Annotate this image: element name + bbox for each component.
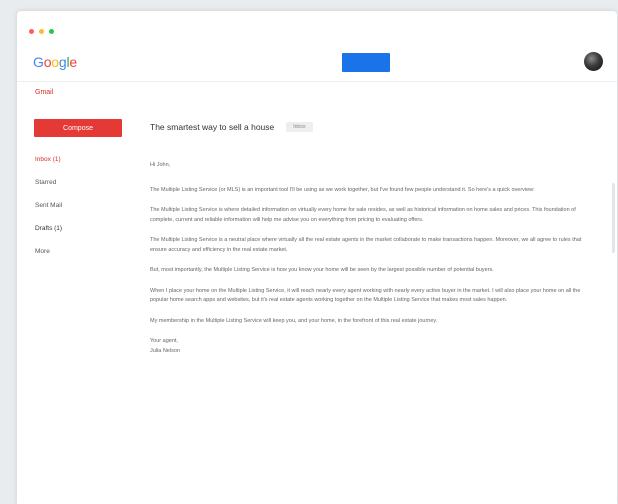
- email-paragraph: When I place your home on the Multiple L…: [150, 287, 581, 304]
- logo-letter: G: [33, 54, 44, 70]
- email-subject: The smartest way to sell a house: [150, 122, 275, 132]
- maximize-window-dot[interactable]: [49, 29, 54, 34]
- email-paragraph: My membership in the Multiple Listing Se…: [150, 317, 438, 324]
- email-greeting: Hi John,: [150, 162, 171, 168]
- email-paragraph: But, most importantly, the Multiple List…: [150, 267, 494, 273]
- email-paragraph: The Multiple Listing Service (or MLS) is…: [150, 186, 535, 193]
- avatar[interactable]: [584, 52, 603, 71]
- label-tag[interactable]: Inbox: [286, 122, 313, 132]
- minimize-window-dot[interactable]: [39, 29, 44, 34]
- logo-letter: o: [51, 54, 59, 70]
- sidebar-nav: Inbox (1) Starred Sent Mail Drafts (1) M…: [35, 156, 62, 271]
- compose-button[interactable]: Compose: [34, 119, 122, 137]
- email-signature: Julia Nelson: [150, 347, 180, 354]
- sidebar-item-drafts[interactable]: Drafts (1): [35, 225, 62, 248]
- sidebar-item-more[interactable]: More: [35, 248, 62, 271]
- app-label[interactable]: Gmail: [35, 89, 53, 96]
- subject-row: The smartest way to sell a house Inbox: [150, 121, 595, 133]
- sidebar-item-sent-mail[interactable]: Sent Mail: [35, 202, 62, 225]
- sidebar-item-starred[interactable]: Starred: [35, 179, 62, 202]
- email-closing: Your agent, Julia Nelson: [150, 337, 595, 356]
- google-logo[interactable]: Google: [33, 54, 77, 70]
- email-paragraph: The Multiple Listing Service is a neutra…: [150, 237, 582, 253]
- email-body: Hi John, The Multiple Listing Service (o…: [150, 161, 595, 356]
- close-window-dot[interactable]: [29, 29, 34, 34]
- email-signoff: Your agent,: [150, 338, 178, 344]
- window-controls: [29, 29, 54, 34]
- email-view: The smartest way to sell a house Inbox H…: [150, 121, 595, 356]
- logo-letter: e: [69, 54, 77, 70]
- email-paragraph: The Multiple Listing Service is where de…: [150, 207, 576, 223]
- scrollbar-thumb[interactable]: [612, 183, 615, 253]
- search-button[interactable]: [342, 53, 390, 72]
- top-bar: Google: [17, 49, 617, 82]
- sidebar-item-inbox[interactable]: Inbox (1): [35, 156, 62, 179]
- browser-window: Google Gmail Compose Inbox (1) Starred S…: [17, 11, 617, 504]
